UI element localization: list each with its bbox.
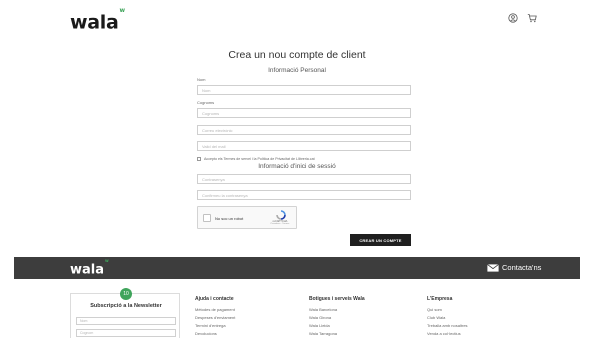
footer-link[interactable]: Venda a col·lectius xyxy=(427,330,468,338)
recaptcha-icon xyxy=(276,210,286,220)
terms-row: Accepto els Termes de servei i la Políti… xyxy=(197,156,315,161)
footer-link[interactable]: Qui som xyxy=(427,306,468,314)
footer-link[interactable]: Wala Girona xyxy=(309,314,365,322)
mail-icon xyxy=(487,263,499,272)
footer-link[interactable]: Termini d'entrega xyxy=(195,322,235,330)
footer-link[interactable]: Club Wala xyxy=(427,314,468,322)
page: walaw Crea un nou compte de client Infor… xyxy=(0,0,594,338)
newsletter-box: 10 Subscripció a la Newsletter xyxy=(70,288,180,338)
footer-bar: walaw Contacta'ns xyxy=(14,257,580,279)
email-confirm-field[interactable] xyxy=(197,141,411,151)
footer-link[interactable]: Mètodes de pagament xyxy=(195,306,235,314)
page-title: Crea un nou compte de client xyxy=(228,49,366,61)
footer-column-company: L'Empresa Qui som Club Wala Treballa amb… xyxy=(427,296,468,338)
personal-info-heading: Informació Personal xyxy=(268,67,326,74)
surname-label: Cognoms xyxy=(197,100,215,105)
footer-link[interactable]: Wala Lleida xyxy=(309,322,365,330)
password-confirm-field[interactable] xyxy=(197,190,411,200)
footer-column-title: Botigues i serveis Wala xyxy=(309,296,365,302)
footer-link[interactable]: Devolucions xyxy=(195,330,235,338)
create-account-button[interactable]: CREAR UN COMPTE xyxy=(350,234,411,246)
user-icon[interactable] xyxy=(508,13,518,23)
logo[interactable]: walaw xyxy=(70,7,126,34)
recaptcha-links[interactable]: Privadesa - Termes xyxy=(264,223,296,225)
name-field[interactable] xyxy=(197,85,411,95)
site-header: walaw xyxy=(0,0,594,40)
footer-logo-mark: w xyxy=(105,258,109,263)
footer-column-stores: Botigues i serveis Wala Wala Barcelona W… xyxy=(309,296,365,338)
logo-mark: w xyxy=(119,7,126,14)
footer-column-title: Ajuda i contacte xyxy=(195,296,234,302)
footer-link[interactable]: Despeses d'enviament xyxy=(195,314,235,322)
newsletter-badge: 10 xyxy=(120,288,132,300)
name-label: Nom xyxy=(197,77,206,82)
recaptcha-checkbox[interactable] xyxy=(203,214,211,222)
newsletter-name-field[interactable] xyxy=(76,317,176,325)
newsletter-title: Subscripció a la Newsletter xyxy=(90,303,162,309)
recaptcha-label: No soc un robot xyxy=(215,216,244,221)
cart-icon[interactable] xyxy=(527,13,537,23)
footer-link[interactable]: Treballa amb nosaltres xyxy=(427,322,468,330)
recaptcha-widget: No soc un robot reCAPTCHA Privadesa - Te… xyxy=(197,206,297,229)
footer-logo-text: wala xyxy=(70,262,105,278)
footer-links-area: 10 Subscripció a la Newsletter Ajuda i c… xyxy=(0,279,594,338)
contact-label: Contacta'ns xyxy=(502,263,542,272)
surname-field[interactable] xyxy=(197,108,411,118)
footer-column-help: Ajuda i contacte Mètodes de pagament Des… xyxy=(195,296,235,338)
password-field[interactable] xyxy=(197,174,411,184)
login-info-heading: Informació d'inici de sessió xyxy=(258,163,336,170)
terms-checkbox[interactable] xyxy=(197,156,201,161)
newsletter-surname-field[interactable] xyxy=(76,329,176,337)
email-field[interactable] xyxy=(197,125,411,135)
footer-column-title: L'Empresa xyxy=(427,296,453,302)
footer-link[interactable]: Wala Tarragona xyxy=(309,330,365,338)
logo-text: wala xyxy=(70,11,119,34)
contact-link[interactable]: Contacta'ns xyxy=(487,263,541,272)
footer-link[interactable]: Wala Barcelona xyxy=(309,306,365,314)
footer-logo[interactable]: walaw xyxy=(70,258,109,278)
terms-text[interactable]: Accepto els Termes de servei i la Políti… xyxy=(204,157,315,161)
